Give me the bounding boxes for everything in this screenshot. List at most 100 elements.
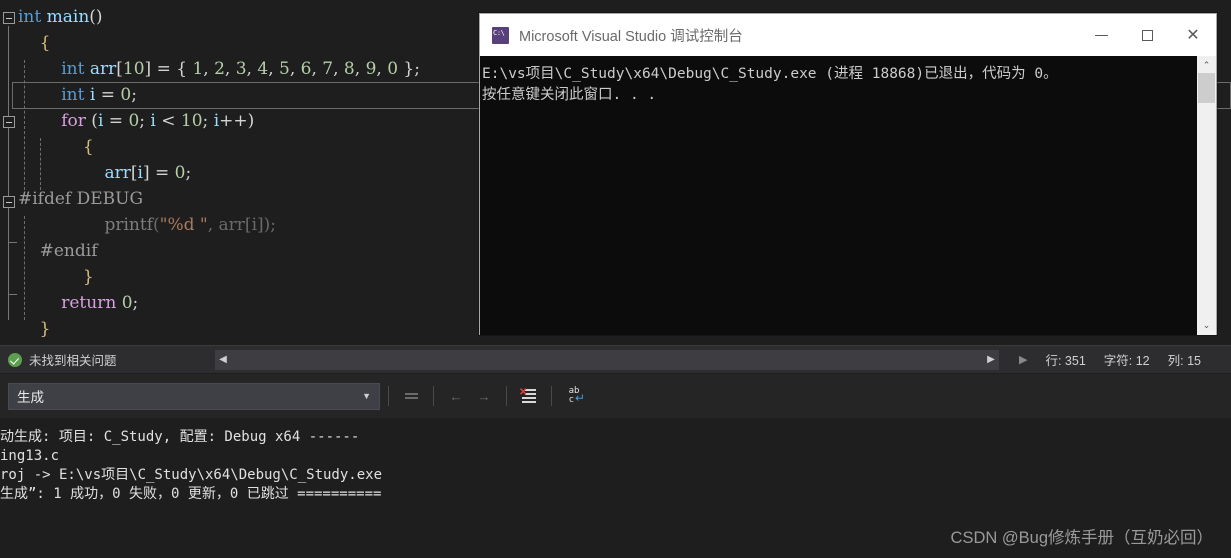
code-token: 0 — [128, 111, 140, 131]
output-source-selector[interactable]: 生成 ▼ — [8, 382, 380, 410]
issue-status-label: 未找到相关问题 — [29, 354, 117, 368]
code-token: = — [103, 111, 129, 131]
clear-all-button[interactable]: ✕ — [515, 383, 543, 409]
window-controls[interactable]: ✕ — [1078, 14, 1216, 56]
scrollbar-thumb[interactable] — [1198, 73, 1215, 103]
code-token: return — [61, 293, 117, 313]
code-token: 0 — [121, 293, 133, 313]
code-token: 0 — [387, 59, 399, 79]
code-token: ] = — [142, 163, 175, 183]
code-token: ; — [139, 111, 151, 131]
code-token: ( — [153, 215, 160, 235]
indent-guide-2 — [24, 216, 25, 320]
code-token: ; — [132, 293, 139, 313]
code-token: 0 — [120, 85, 132, 105]
scope-tick-1 — [8, 242, 17, 243]
code-token: < — [155, 111, 181, 131]
console-title-label: Microsoft Visual Studio 调试控制台 — [519, 28, 743, 45]
code-token: 1 — [192, 59, 204, 79]
code-token: 8 — [343, 59, 355, 79]
minimize-icon — [1094, 34, 1108, 36]
word-wrap-button[interactable]: ab c ↵ — [560, 383, 588, 409]
scroll-down-arrow-icon[interactable]: ⌄ — [1203, 316, 1211, 335]
code-token: , — [333, 59, 344, 79]
code-token: int — [18, 7, 42, 27]
code-token: () — [89, 7, 103, 27]
scroll-right-arrow-icon[interactable]: ▶ — [983, 354, 999, 365]
code-token: 4 — [257, 59, 269, 79]
fold-toggle-ifdef[interactable] — [3, 196, 15, 208]
arrow-left-icon: ← — [449, 388, 463, 404]
fold-toggle-main[interactable] — [3, 12, 15, 24]
output-toolbar: 生成 ▼ ← → ✕ ab c ↵ — [0, 374, 1231, 418]
next-message-button[interactable]: → — [470, 383, 498, 409]
goto-source-icon — [404, 393, 418, 399]
close-button[interactable]: ✕ — [1170, 14, 1216, 56]
scope-tick-2 — [8, 294, 17, 295]
maximize-button[interactable] — [1124, 14, 1170, 56]
code-token: arr — [104, 163, 131, 183]
code-token: arr — [89, 59, 117, 79]
code-token: int — [61, 59, 85, 79]
editor-status-bar: 未找到相关问题 ◀ ▶ ▶ 行: 351 字符: 12 列: 15 — [0, 345, 1231, 373]
caret-position-group: ▶ 行: 351 字符: 12 列: 15 — [999, 350, 1231, 369]
fold-toggle-for[interactable] — [3, 116, 15, 128]
prev-message-button[interactable]: ← — [442, 383, 470, 409]
output-line: 动生成: 项目: C_Study, 配置: Debug x64 ------ — [0, 429, 360, 445]
console-title-bar[interactable]: Microsoft Visual Studio 调试控制台 ✕ — [480, 14, 1216, 56]
close-icon: ✕ — [1186, 25, 1200, 44]
editor-horizontal-scrollbar[interactable]: ◀ ▶ — [215, 349, 999, 370]
code-token: ]); — [257, 215, 276, 235]
clear-x-icon: ✕ — [519, 387, 528, 398]
indent-guide-3 — [40, 138, 41, 190]
goto-source-button[interactable] — [397, 383, 425, 409]
code-token: [ — [116, 59, 123, 79]
console-line-2: 按任意键关闭此窗口. . . — [482, 87, 657, 103]
code-token: 10 — [122, 59, 145, 79]
code-token: { — [82, 137, 94, 157]
line-number-label: 行: 351 — [1045, 354, 1086, 368]
code-token: [ — [244, 215, 252, 235]
indent-guide-1 — [24, 60, 25, 190]
output-line: ing13.c — [0, 448, 60, 464]
code-token: , — [268, 59, 279, 79]
console-scrollbar[interactable]: ⌃ ⌄ — [1197, 56, 1216, 335]
output-source-value: 生成 — [17, 390, 44, 405]
code-token: 6 — [300, 59, 312, 79]
code-token: ] = { — [144, 59, 193, 79]
code-token: ; — [131, 85, 137, 105]
code-token: arr — [218, 215, 245, 235]
output-line: roj -> E:\vs项目\C_Study\x64\Debug\C_Study… — [0, 467, 383, 483]
code-token: #ifdef — [18, 189, 72, 209]
vs-ide-window: int main() { int arr[10] = { 1, 2, 3, 4,… — [0, 0, 1231, 558]
issue-status-group: 未找到相关问题 — [0, 350, 215, 369]
expand-arrow-icon[interactable]: ▶ — [1019, 353, 1027, 366]
maximize-icon — [1141, 29, 1153, 41]
console-output-text: E:\vs项目\C_Study\x64\Debug\C_Study.exe (进… — [480, 56, 1216, 106]
arrow-right-icon: → — [477, 388, 491, 404]
toolbar-divider-3 — [506, 386, 507, 406]
code-token: #endif — [39, 241, 98, 261]
code-token: ; — [202, 111, 214, 131]
code-token: , — [203, 59, 215, 79]
toolbar-divider-4 — [551, 386, 552, 406]
console-output-area[interactable]: E:\vs项目\C_Study\x64\Debug\C_Study.exe (进… — [480, 56, 1216, 335]
code-token: 7 — [322, 59, 334, 79]
code-token: = — [95, 85, 121, 105]
code-token: [ — [130, 163, 138, 183]
chevron-down-icon[interactable]: ▼ — [362, 391, 371, 401]
minimize-button[interactable] — [1078, 14, 1124, 56]
code-token: }; — [398, 59, 420, 79]
code-token: 9 — [365, 59, 377, 79]
debug-console-window[interactable]: Microsoft Visual Studio 调试控制台 ✕ E:\vs项目\… — [479, 13, 1217, 335]
code-token: DEBUG — [76, 189, 144, 209]
scope-line-main — [8, 26, 9, 196]
code-token: } — [82, 267, 94, 287]
code-token: } — [39, 319, 51, 339]
code-token: ( — [85, 111, 98, 131]
scroll-left-arrow-icon[interactable]: ◀ — [215, 354, 231, 365]
cmd-prompt-icon — [492, 26, 509, 44]
toolbar-divider-1 — [388, 386, 389, 406]
code-token: for — [61, 111, 86, 131]
code-token: , — [207, 215, 219, 235]
